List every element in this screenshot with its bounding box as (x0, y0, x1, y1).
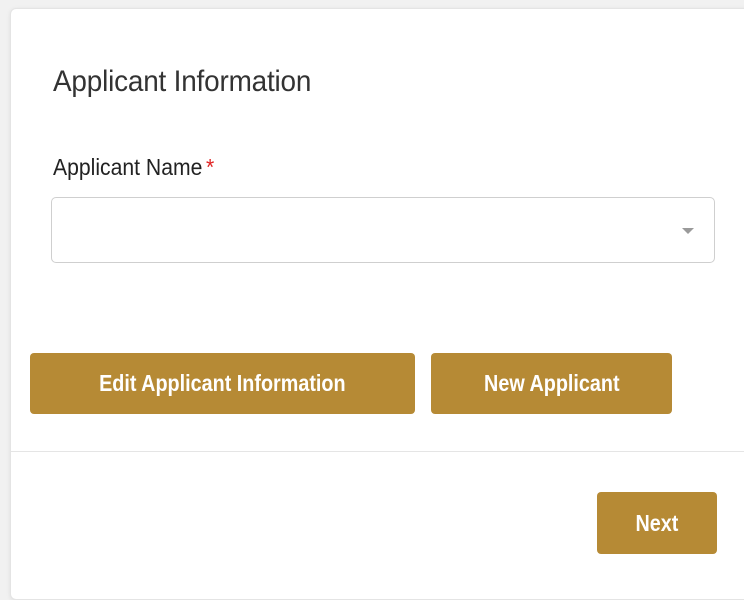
next-button-label: Next (635, 509, 679, 536)
required-marker: * (206, 154, 215, 180)
next-button[interactable]: Next (597, 492, 717, 554)
new-applicant-button-label: New Applicant (483, 370, 620, 396)
caret-down-icon[interactable] (682, 228, 694, 234)
edit-applicant-button-label: Edit Applicant Information (99, 370, 346, 396)
applicant-name-label-text: Applicant Name (53, 154, 203, 180)
section-title: Applicant Information (53, 65, 312, 98)
applicant-name-select[interactable] (51, 197, 715, 263)
new-applicant-button[interactable]: New Applicant (431, 353, 672, 414)
applicant-card: Applicant Information Applicant Name * Ed… (10, 8, 744, 600)
footer-divider (11, 451, 744, 452)
edit-applicant-button[interactable]: Edit Applicant Information (30, 353, 415, 414)
applicant-name-label: Applicant Name * (53, 154, 214, 181)
